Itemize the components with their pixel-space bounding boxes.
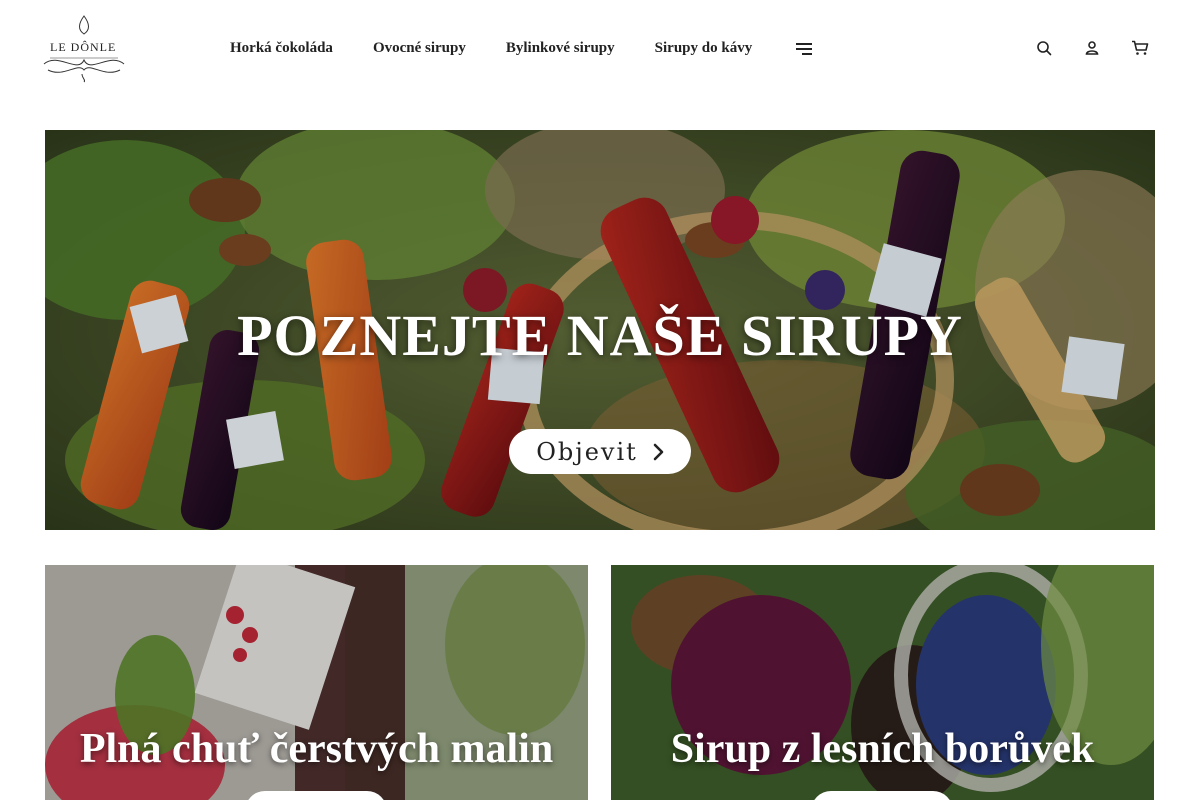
promo-card-raspberry[interactable]: Plná chuť čerstvých malin [45,565,588,800]
user-icon[interactable] [1082,38,1102,58]
card-title: Sirup z lesních borůvek [670,726,1095,772]
search-icon[interactable] [1034,38,1054,58]
main-nav: Horká čokoláda Ovocné sirupy Bylinkové s… [230,40,813,57]
card-title: Plná chuť čerstvých malin [79,726,554,772]
discover-button-label: Objevit [536,437,638,466]
card-button[interactable] [811,791,953,800]
header-actions [1006,38,1150,58]
menu-lines-icon[interactable] [796,42,813,55]
nav-item-fruit-syrups[interactable]: Ovocné sirupy [373,40,466,57]
nav-item-herbal-syrups[interactable]: Bylinkové sirupy [506,40,615,57]
card-button[interactable] [245,791,387,800]
hero-banner[interactable]: POZNEJTE NAŠE SIRUPY Objevit [45,130,1155,530]
logo-text: LE DÔNLE [50,40,117,54]
chevron-right-icon [653,443,664,460]
site-header: LE DÔNLE Horká čokoláda Ovocné sirupy By… [0,0,1200,100]
hero-title: POZNEJTE NAŠE SIRUPY [237,303,963,368]
nav-item-hot-chocolate[interactable]: Horká čokoláda [230,40,333,57]
nav-item-coffee-syrups[interactable]: Sirupy do kávy [655,40,753,57]
cart-icon[interactable] [1130,38,1150,58]
discover-button[interactable]: Objevit [509,429,691,474]
brand-logo[interactable]: LE DÔNLE [38,12,130,84]
promo-card-blueberry[interactable]: Sirup z lesních borůvek [611,565,1154,800]
